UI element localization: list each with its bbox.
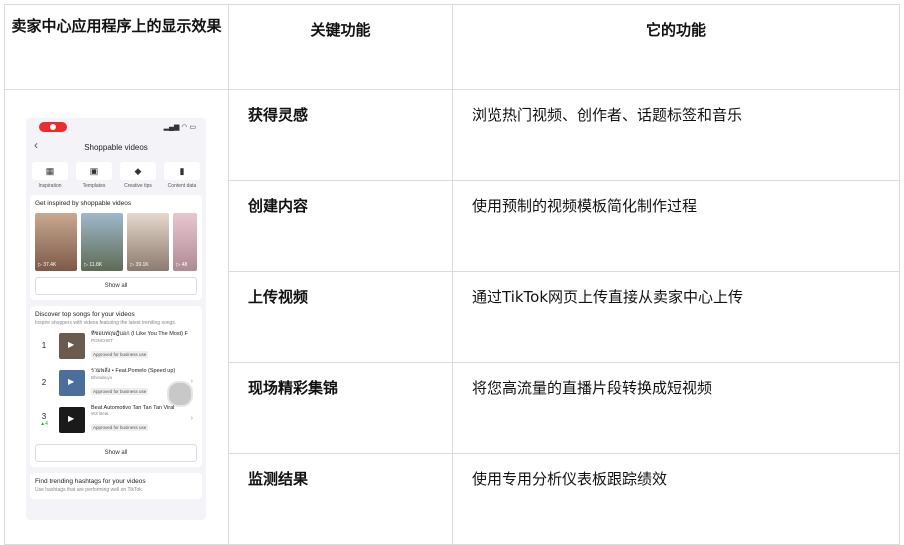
song-artist: WZ Beat xyxy=(91,411,109,416)
template-icon: ▣ xyxy=(76,162,112,180)
song-rank: 3 ▲4 xyxy=(40,412,48,427)
song-item[interactable]: 3▲4 Beat Automotivo Tan Tan Tan Viral WZ… xyxy=(35,401,197,438)
song-item[interactable]: 2 รวมพลัง • Feat.Pomelo (Speed up) Bhina… xyxy=(35,364,197,401)
bar-chart-icon: ▮ xyxy=(164,162,200,180)
tool-content-data[interactable]: ▮ Content data xyxy=(164,162,200,189)
video-thumb[interactable]: ▷ 37.4K xyxy=(35,213,78,271)
status-bar: ▂▄▆ ◠ ▭ xyxy=(26,118,206,136)
status-icons: ▂▄▆ ◠ ▭ xyxy=(163,124,196,131)
description-cell: 使用专用分析仪表板跟踪绩效 xyxy=(452,453,900,545)
description-cell: 使用预制的视频模板简化制作过程 xyxy=(452,180,900,272)
song-rank: 1 xyxy=(41,341,47,350)
tool-creative-tips[interactable]: ◆ Creative tips xyxy=(120,162,156,189)
songs-subtitle: Inspire shoppers with videos featuring t… xyxy=(35,320,177,326)
song-item[interactable]: 1 ที่ชอบทฤษฎีบอก (I Like You The Most) F… xyxy=(35,327,197,407)
nav-bar: ‹ Shoppable videos xyxy=(26,136,206,160)
business-badge: Approved for business use xyxy=(91,388,149,395)
view-count: ▷ 11.8K xyxy=(84,262,103,268)
video-thumb[interactable]: ▷ 11.8K xyxy=(81,213,124,271)
video-strip: ▷ 37.4K ▷ 11.8K ▷ 39.1K ▷ 48 xyxy=(35,213,197,271)
film-icon: ▦ xyxy=(32,162,68,180)
video-thumb[interactable]: ▷ 48 xyxy=(173,213,197,271)
view-count: ▷ 37.4K xyxy=(38,262,57,268)
song-cover xyxy=(59,406,85,433)
header-display: 卖家中心应用程序上的显示效果 xyxy=(4,4,229,90)
song-artist: PONCHET xyxy=(91,338,114,343)
view-count: ▷ 39.1K xyxy=(130,262,149,268)
songs-title: Discover top songs for your videos xyxy=(35,311,135,318)
header-row: 卖家中心应用程序上的显示效果 关键功能 它的功能 xyxy=(4,4,900,90)
table-row: ▂▄▆ ◠ ▭ ‹ Shoppable videos ▦ Inspiration… xyxy=(4,89,900,545)
tool-label: Content data xyxy=(167,183,197,189)
song-name: ที่ชอบทฤษฎีบอก (I Like You The Most) F xyxy=(91,331,188,337)
show-all-songs-button[interactable]: Show all xyxy=(35,444,197,462)
feature-cell: 创建内容 xyxy=(228,180,453,272)
song-artist: Bhinabuyo xyxy=(91,375,113,380)
hashtags-card: Find trending hashtags for your videos U… xyxy=(30,473,202,499)
description-cell: 将您高流量的直播片段转换成短视频 xyxy=(452,362,900,454)
page-title: Shoppable videos xyxy=(84,143,148,152)
business-badge: Approved for business use xyxy=(91,351,149,358)
header-function: 它的功能 xyxy=(452,4,900,90)
feature-table: 卖家中心应用程序上的显示效果 关键功能 它的功能 ▂▄▆ ◠ ▭ ‹ Shopp… xyxy=(4,4,900,545)
inspired-title: Get inspired by shoppable videos xyxy=(35,200,132,207)
business-badge: Approved for business use xyxy=(91,424,149,431)
chevron-right-icon: › xyxy=(190,415,193,422)
chevron-right-icon: › xyxy=(190,378,193,385)
song-cover xyxy=(59,369,85,396)
tool-templates[interactable]: ▣ Templates xyxy=(76,162,112,189)
song-name: รวมพลัง • Feat.Pomelo (Speed up) xyxy=(91,368,176,374)
header-key-feature: 关键功能 xyxy=(228,4,453,90)
tool-row: ▦ Inspiration ▣ Templates ◆ Creative tip… xyxy=(26,162,206,189)
feature-cell: 获得灵感 xyxy=(228,89,453,181)
hashtags-title: Find trending hashtags for your videos xyxy=(35,478,146,485)
tool-inspiration[interactable]: ▦ Inspiration xyxy=(32,162,68,189)
description-cell: 浏览热门视频、创作者、话题标签和音乐 xyxy=(452,89,900,181)
song-cover xyxy=(59,332,85,359)
inspired-card: Get inspired by shoppable videos ▷ 37.4K… xyxy=(30,195,202,300)
feature-cell: 监测结果 xyxy=(228,453,453,545)
tool-label: Inspiration xyxy=(38,183,62,189)
song-info: Beat Automotivo Tan Tan Tan Viral WZ Bea… xyxy=(91,405,191,434)
record-icon xyxy=(39,122,67,132)
song-info: ที่ชอบทฤษฎีบอก (I Like You The Most) F P… xyxy=(91,330,191,361)
tool-label: Creative tips xyxy=(124,183,152,189)
phone-screenshot-cell: ▂▄▆ ◠ ▭ ‹ Shoppable videos ▦ Inspiration… xyxy=(4,89,229,545)
song-info: รวมพลัง • Feat.Pomelo (Speed up) Bhinabu… xyxy=(91,367,191,398)
song-rank: 2 xyxy=(41,378,47,387)
show-all-videos-button[interactable]: Show all xyxy=(35,277,197,295)
phone-mockup: ▂▄▆ ◠ ▭ ‹ Shoppable videos ▦ Inspiration… xyxy=(26,118,206,520)
hashtags-subtitle: Use hashtags that are performing well on… xyxy=(35,487,144,493)
view-count: ▷ 48 xyxy=(176,262,188,268)
tool-label: Templates xyxy=(82,183,106,189)
songs-card: Discover top songs for your videos Inspi… xyxy=(30,306,202,467)
feature-cell: 上传视频 xyxy=(228,271,453,363)
grad-cap-icon: ◆ xyxy=(120,162,156,180)
description-cell: 通过TikTok网页上传直接从卖家中心上传 xyxy=(452,271,900,363)
feature-cell: 现场精彩集锦 xyxy=(228,362,453,454)
video-thumb[interactable]: ▷ 39.1K xyxy=(127,213,170,271)
